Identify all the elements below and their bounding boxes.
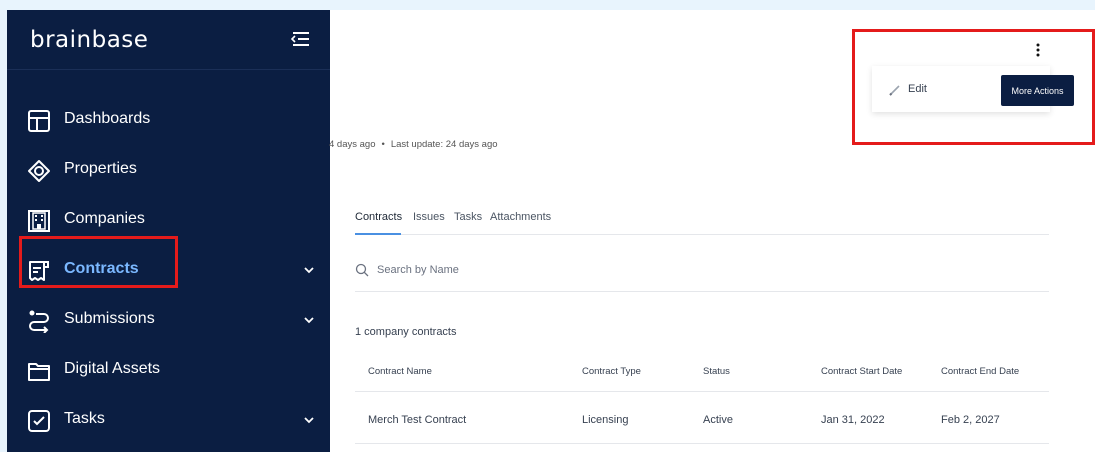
sidebar-item-submissions[interactable]: Submissions [7,300,330,340]
sidebar-item-tasks[interactable]: Tasks [7,400,330,440]
properties-icon [28,160,50,182]
contract-name-cell[interactable]: Merch Test Contract [368,414,466,426]
contract-type-cell: Licensing [582,414,629,426]
chevron-down-icon[interactable] [303,265,315,275]
last-update-label: Last update: [390,139,444,150]
tab-bar: Contracts Issues Tasks Attachments [355,211,1049,235]
meta-separator: • [381,139,385,150]
submissions-icon [29,310,49,333]
folder-icon [28,363,50,381]
chevron-down-icon[interactable] [303,315,315,325]
status-cell: Active [703,414,733,426]
tab-attachments[interactable]: Attachments [490,211,551,223]
checkbox-icon [28,410,50,432]
table-header: Contract Name Contract Type Status Contr… [355,358,1049,392]
chevron-down-icon[interactable] [303,415,315,425]
contracts-highlight-box [19,236,178,288]
active-tab-indicator [355,233,401,235]
sidebar-header: brainbase [7,10,330,70]
search-icon [355,263,369,277]
search-bar [355,258,1049,292]
tab-tasks[interactable]: Tasks [454,211,482,223]
column-header-start-date[interactable]: Contract Start Date [821,366,902,377]
column-header-contract-name[interactable]: Contract Name [368,366,432,377]
sidebar-item-digital-assets[interactable]: Digital Assets [7,350,330,390]
sidebar-item-label: Tasks [64,410,105,427]
last-update-value: 24 days ago [445,139,498,150]
column-header-status[interactable]: Status [703,366,730,377]
sidebar-item-dashboards[interactable]: Dashboards [7,100,330,140]
created-time: 4 days ago [329,139,376,150]
table-row[interactable]: Merch Test Contract Licensing Active Jan… [355,396,1049,444]
actions-highlight-box [852,29,1095,145]
end-date-cell: Feb 2, 2027 [941,414,1000,426]
sidebar-item-label: Submissions [64,310,155,327]
brand-logo[interactable]: brainbase [30,27,148,53]
sidebar: brainbase Dashboards Properties Companie… [7,10,330,452]
start-date-cell: Jan 31, 2022 [821,414,885,426]
column-header-contract-type[interactable]: Contract Type [582,366,641,377]
building-icon [28,210,50,232]
sidebar-item-label: Dashboards [64,110,151,127]
contracts-count: 1 company contracts [355,326,457,338]
record-metadata: 4 days ago • Last update: 24 days ago [329,139,498,150]
sidebar-item-label: Companies [64,210,145,227]
sidebar-item-label: Properties [64,160,137,177]
tab-issues[interactable]: Issues [413,211,445,223]
tab-contracts[interactable]: Contracts [355,211,402,223]
search-input[interactable] [377,261,777,279]
sidebar-item-companies[interactable]: Companies [7,200,330,240]
column-header-end-date[interactable]: Contract End Date [941,366,1019,377]
sidebar-item-label: Digital Assets [64,360,161,377]
collapse-menu-icon[interactable] [289,30,311,48]
sidebar-item-properties[interactable]: Properties [7,150,330,190]
dashboard-icon [28,110,50,132]
